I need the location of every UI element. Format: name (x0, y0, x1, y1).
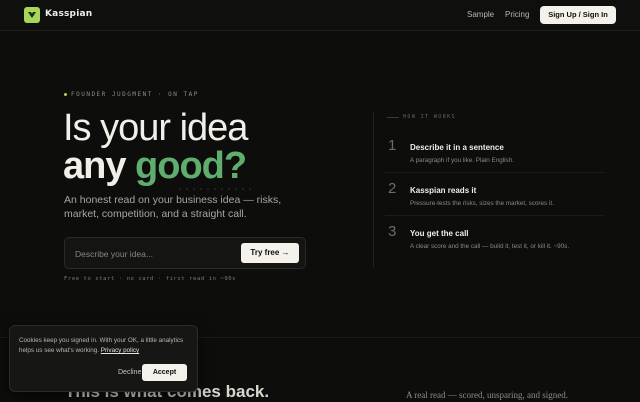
decline-button[interactable]: Decline (118, 369, 141, 376)
hero-headline-line2: any good? (63, 144, 247, 188)
nav-link-sample[interactable]: Sample (467, 10, 494, 19)
step-title: Kasspian reads it (410, 186, 477, 195)
step-title: You get the call (410, 229, 469, 238)
step-number: 1 (388, 137, 397, 154)
how-it-works-rule (387, 117, 399, 118)
hero-subtitle: An honest read on your business idea — r… (64, 194, 282, 220)
step-title: Describe it in a sentence (410, 143, 504, 152)
step-divider (385, 215, 604, 216)
headline-accent: good? (135, 145, 247, 187)
how-it-works-title: HOW IT WORKS (403, 114, 456, 120)
accept-button[interactable]: Accept (142, 364, 187, 381)
eyebrow-dot (64, 93, 67, 96)
privacy-policy-link[interactable]: Privacy policy (101, 347, 140, 354)
step-description: Pressure-tests the risks, sizes the mark… (410, 200, 554, 207)
sample-section-note: A real read — scored, unsparing, and sig… (406, 390, 568, 400)
hero-fine-print: Free to start · no card · first read in … (64, 276, 237, 282)
step-description: A paragraph if you like. Plain English. (410, 157, 514, 164)
idea-search-box: Try free → (64, 237, 306, 269)
logo-icon[interactable] (24, 7, 40, 23)
headline-prefix: any (63, 145, 136, 187)
cookie-text-block: Cookies keep you signed in. With your OK… (19, 336, 194, 356)
sign-up-button[interactable]: Sign Up / Sign In (540, 6, 616, 24)
brand-name[interactable]: Kasspian (45, 9, 92, 19)
hero-eyebrow: FOUNDER JUDGMENT · ON TAP (71, 91, 199, 98)
step-number: 3 (388, 223, 397, 240)
cookie-banner: Cookies keep you signed in. With your OK… (9, 325, 198, 392)
step-description: A clear score and the call — build it, t… (410, 243, 570, 250)
step-divider (385, 172, 604, 173)
step-number: 2 (388, 180, 397, 197)
nav-link-pricing[interactable]: Pricing (505, 10, 529, 19)
top-nav-bar: Kasspian Sample Pricing Sign Up / Sign I… (0, 0, 640, 31)
idea-input[interactable] (73, 244, 227, 264)
section-divider (373, 112, 374, 268)
try-free-button[interactable]: Try free → (241, 243, 299, 263)
